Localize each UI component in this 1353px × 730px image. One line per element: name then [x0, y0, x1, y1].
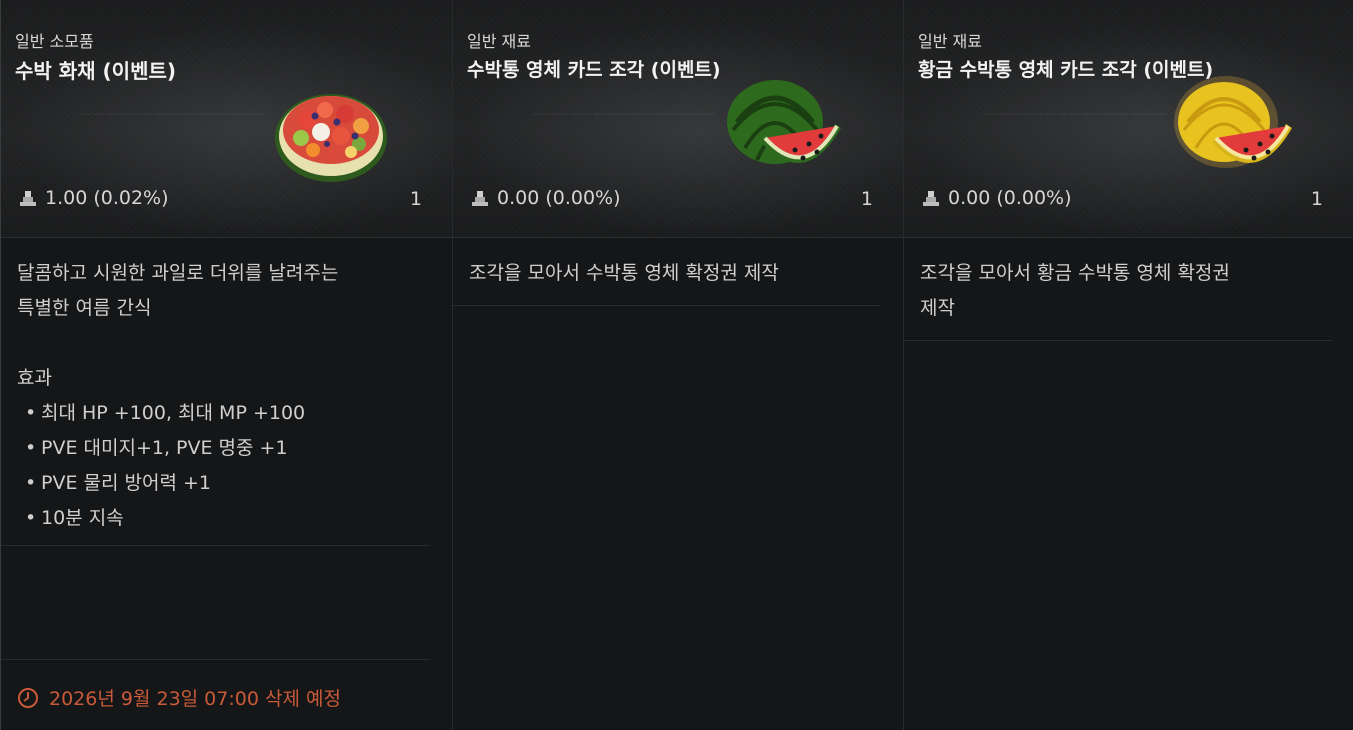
background-watermark: ───────────────: [533, 105, 717, 125]
item-category: 일반 재료: [467, 32, 531, 51]
description-line: 달콤하고 시원한 과일로 더위를 날려주는: [17, 262, 339, 284]
section-divider: [904, 340, 1332, 341]
description-line: 조각을 모아서 수박통 영체 확정권 제작: [469, 262, 779, 284]
item-quantity: 1: [1310, 188, 1323, 210]
expire-notice: 2026년 9월 23일 07:00 삭제 예정: [17, 684, 341, 711]
section-divider: [453, 305, 881, 306]
item-card-header: 일반 재료 황금 수박통 영체 카드 조각 (이벤트) ────────────…: [904, 0, 1353, 238]
effect-item: 10분 지속: [25, 501, 436, 536]
item-card-golden-watermelon-fragment: 일반 재료 황금 수박통 영체 카드 조각 (이벤트) ────────────…: [903, 0, 1353, 730]
item-price: 1.00 (0.02%): [17, 187, 169, 209]
item-card-header: 일반 소모품 수박 화채 (이벤트) ─────────────── 1.00 …: [1, 0, 452, 238]
item-quantity: 1: [409, 188, 422, 210]
item-card-watermelon-punch: 일반 소모품 수박 화채 (이벤트) ─────────────── 1.00 …: [0, 0, 452, 730]
item-description: 달콤하고 시원한 과일로 더위를 날려주는 특별한 여름 간식 효과 최대 HP…: [1, 238, 452, 536]
item-category: 일반 소모품: [15, 32, 94, 51]
description-line: 제작: [920, 297, 955, 319]
background-watermark: ───────────────: [81, 105, 265, 125]
item-price-value: 0.00 (0.00%): [948, 187, 1072, 209]
item-card-watermelon-fragment: 일반 재료 수박통 영체 카드 조각 (이벤트) ───────────────…: [452, 0, 903, 730]
item-quantity: 1: [860, 188, 873, 210]
item-tooltip-list: 일반 소모품 수박 화채 (이벤트) ─────────────── 1.00 …: [0, 0, 1353, 730]
item-category: 일반 재료: [918, 32, 982, 51]
description-line: 특별한 여름 간식: [17, 297, 152, 319]
effects-list: 최대 HP +100, 최대 MP +100 PVE 대미지+1, PVE 명중…: [17, 396, 436, 536]
item-card-header: 일반 재료 수박통 영체 카드 조각 (이벤트) ───────────────…: [453, 0, 903, 238]
effect-item: PVE 대미지+1, PVE 명중 +1: [25, 431, 436, 466]
item-price-value: 1.00 (0.02%): [45, 187, 169, 209]
background-watermark: ───────────────: [984, 105, 1168, 125]
golden-watermelon-icon: [1174, 76, 1298, 192]
item-name: 황금 수박통 영체 카드 조각 (이벤트): [918, 59, 1214, 81]
silver-coin-stack-icon: [923, 191, 939, 206]
effect-item: 최대 HP +100, 최대 MP +100: [25, 396, 436, 431]
effect-item: PVE 물리 방어력 +1: [25, 466, 436, 501]
section-divider: [1, 545, 429, 546]
item-price: 0.00 (0.00%): [469, 187, 621, 209]
silver-coin-stack-icon: [472, 191, 488, 206]
item-name: 수박 화채 (이벤트): [15, 59, 177, 83]
description-line: 조각을 모아서 황금 수박통 영체 확정권: [920, 262, 1230, 284]
clock-icon: [18, 687, 38, 708]
item-name: 수박통 영체 카드 조각 (이벤트): [467, 59, 721, 81]
watermelon-icon: [725, 78, 845, 192]
item-price-value: 0.00 (0.00%): [497, 187, 621, 209]
fruit-punch-bowl-icon: [271, 80, 391, 188]
effects-title: 효과: [17, 367, 52, 389]
item-description: 조각을 모아서 황금 수박통 영체 확정권 제작: [904, 238, 1353, 326]
item-price: 0.00 (0.00%): [920, 187, 1072, 209]
silver-coin-stack-icon: [20, 191, 36, 206]
section-divider: [1, 659, 429, 660]
expire-text: 2026년 9월 23일 07:00 삭제 예정: [49, 688, 341, 710]
item-description: 조각을 모아서 수박통 영체 확정권 제작: [453, 238, 903, 291]
